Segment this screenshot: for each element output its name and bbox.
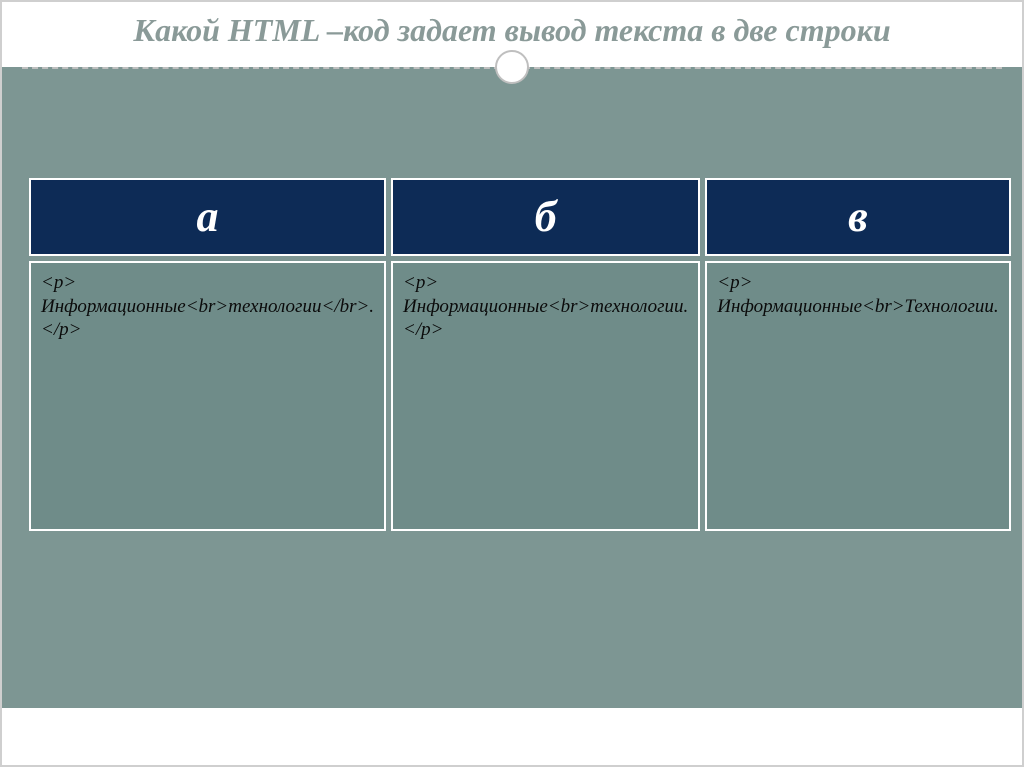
option-header-c: в: [705, 178, 1010, 256]
cell-text: <p> Информационные<br>технологии</br>. <…: [41, 272, 374, 341]
header-area: Какой HTML –код задает вывод текста в дв…: [2, 2, 1022, 67]
content-area: а б в <p> Информационные<br>технологии</…: [2, 67, 1022, 708]
option-cell-a: <p> Информационные<br>технологии</br>. <…: [29, 261, 386, 531]
table-row: <p> Информационные<br>технологии</br>. <…: [29, 261, 1011, 531]
slide: Какой HTML –код задает вывод текста в дв…: [0, 0, 1024, 767]
table-header-row: а б в: [29, 178, 1011, 256]
option-header-b: б: [391, 178, 700, 256]
option-header-a: а: [29, 178, 386, 256]
options-table: а б в <p> Информационные<br>технологии</…: [24, 173, 1016, 536]
circle-ornament: [495, 50, 529, 84]
cell-text: <p> Информационные<br>технологии. </p>: [403, 272, 688, 341]
option-cell-c: <p> Информационные<br>Технологии.: [705, 261, 1010, 531]
cell-text: <p> Информационные<br>Технологии.: [717, 272, 998, 317]
option-cell-b: <p> Информационные<br>технологии. </p>: [391, 261, 700, 531]
